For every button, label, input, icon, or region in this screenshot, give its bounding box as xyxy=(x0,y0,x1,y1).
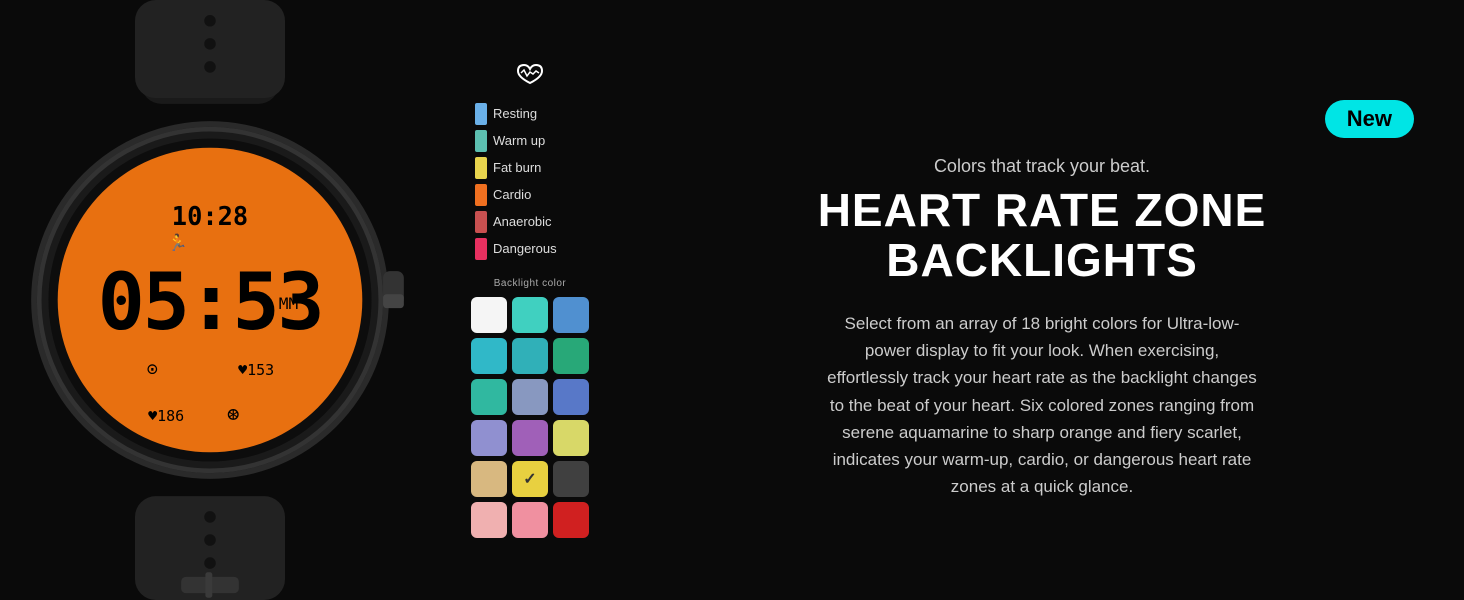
zone-name-label: Anaerobic xyxy=(493,214,552,229)
color-swatch[interactable] xyxy=(553,461,589,497)
zone-color-swatch xyxy=(475,211,487,233)
zone-item: Fat burn xyxy=(475,157,585,179)
zone-name-label: Dangerous xyxy=(493,241,557,256)
color-swatch[interactable] xyxy=(553,379,589,415)
color-grid: ✓ xyxy=(471,297,589,538)
backlight-label: Backlight color xyxy=(494,278,567,289)
page-wrapper: 10:28 🏃 05:53 MM ⊙ ♥153 ♥186 ⊛ xyxy=(0,0,1464,600)
zone-item: Cardio xyxy=(475,184,585,206)
zone-name-label: Cardio xyxy=(493,187,531,202)
zone-color-swatch xyxy=(475,157,487,179)
color-swatch[interactable] xyxy=(512,338,548,374)
heart-rate-icon xyxy=(516,63,544,91)
svg-text:MM: MM xyxy=(279,294,299,313)
main-title: HEART RATE ZONEBACKLIGHTS xyxy=(818,185,1267,286)
zone-color-swatch xyxy=(475,130,487,152)
subtitle: Colors that track your beat. xyxy=(934,156,1150,177)
zone-color-swatch xyxy=(475,103,487,125)
color-swatch[interactable] xyxy=(471,338,507,374)
svg-text:♥186: ♥186 xyxy=(148,407,184,425)
color-swatch[interactable]: ✓ xyxy=(512,461,548,497)
watch-illustration: 10:28 🏃 05:53 MM ⊙ ♥153 ♥186 ⊛ xyxy=(0,0,420,600)
zone-item: Dangerous xyxy=(475,238,585,260)
zone-color-swatch xyxy=(475,184,487,206)
color-swatch[interactable] xyxy=(471,420,507,456)
color-swatch[interactable] xyxy=(512,502,548,538)
color-swatch[interactable] xyxy=(553,297,589,333)
zone-item: Anaerobic xyxy=(475,211,585,233)
zone-item: Warm up xyxy=(475,130,585,152)
watch-section: 10:28 🏃 05:53 MM ⊙ ♥153 ♥186 ⊛ xyxy=(0,0,420,600)
selected-indicator: ✓ xyxy=(523,469,536,489)
color-swatch[interactable] xyxy=(471,502,507,538)
color-swatch[interactable] xyxy=(512,297,548,333)
zones-section: Resting Warm up Fat burn Cardio Anaerobic Dan… xyxy=(420,53,640,548)
color-swatch[interactable] xyxy=(512,420,548,456)
color-swatch[interactable] xyxy=(553,420,589,456)
svg-text:⊛: ⊛ xyxy=(227,402,239,426)
zone-name-label: Warm up xyxy=(493,133,545,148)
new-badge: New xyxy=(1325,100,1414,138)
svg-text:🏃: 🏃 xyxy=(168,233,188,252)
zone-item: Resting xyxy=(475,103,585,125)
color-swatch[interactable] xyxy=(553,338,589,374)
zone-name-label: Fat burn xyxy=(493,160,541,175)
color-swatch[interactable] xyxy=(553,502,589,538)
color-swatch[interactable] xyxy=(471,297,507,333)
text-section: New Colors that track your beat. HEART R… xyxy=(640,80,1464,521)
description: Select from an array of 18 bright colors… xyxy=(827,310,1257,500)
color-swatch[interactable] xyxy=(512,379,548,415)
color-swatch[interactable] xyxy=(471,461,507,497)
color-swatch[interactable] xyxy=(471,379,507,415)
svg-text:10:28: 10:28 xyxy=(172,201,248,231)
zone-list: Resting Warm up Fat burn Cardio Anaerobic Dan… xyxy=(475,103,585,260)
zone-name-label: Resting xyxy=(493,106,537,121)
zone-color-swatch xyxy=(475,238,487,260)
svg-text:♥153: ♥153 xyxy=(238,361,274,379)
svg-text:⊙: ⊙ xyxy=(147,359,158,380)
